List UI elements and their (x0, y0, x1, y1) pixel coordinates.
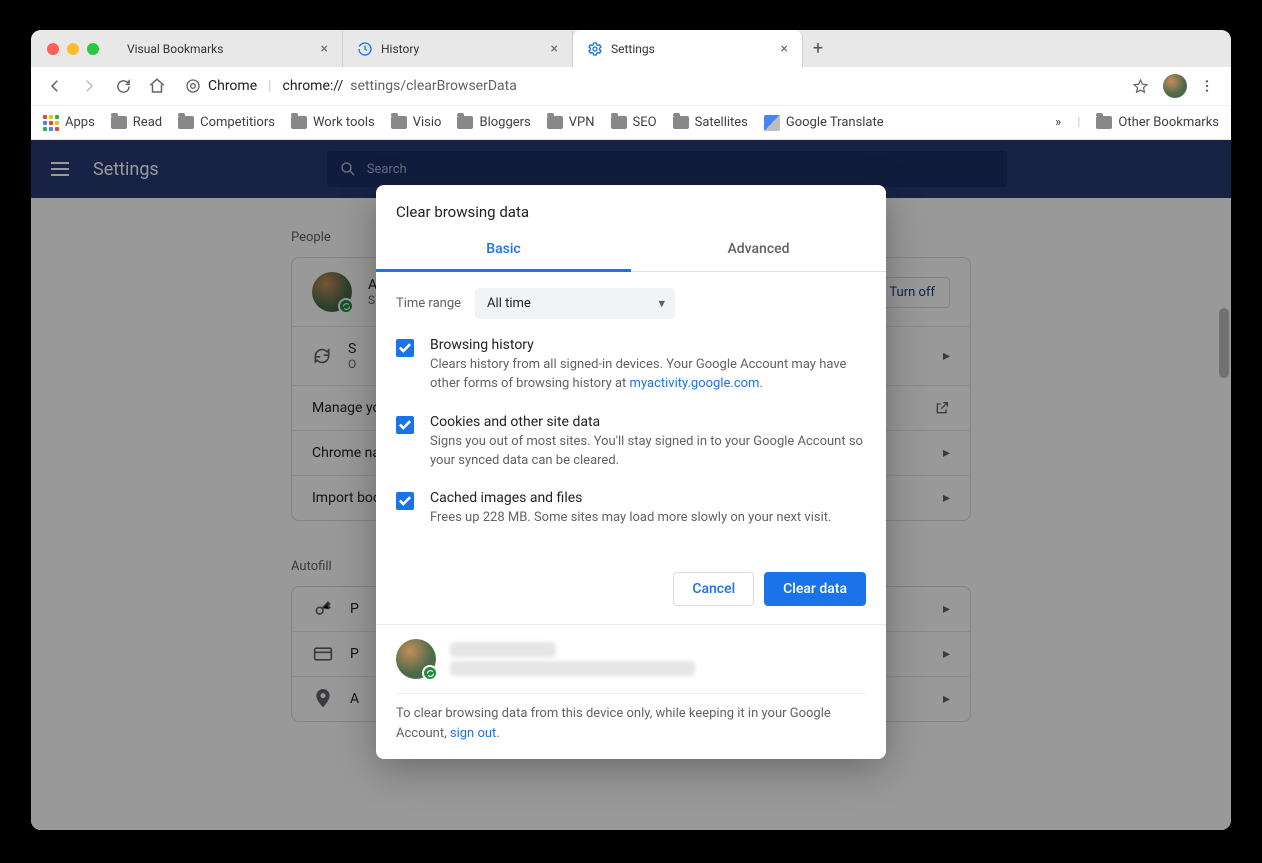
url-prefix: Chrome (208, 78, 257, 94)
clear-data-button[interactable]: Clear data (764, 572, 866, 606)
sign-out-link[interactable]: sign out (450, 726, 496, 741)
folder-icon (111, 116, 127, 129)
tab-label: Visual Bookmarks (127, 42, 313, 56)
close-tab-icon[interactable]: × (551, 41, 558, 57)
star-icon[interactable] (1132, 78, 1149, 95)
url-field[interactable]: Chrome | chrome://settings/clearBrowserD… (177, 78, 1157, 95)
bookmark-folder[interactable]: Competitiors (178, 115, 275, 130)
tab-label: Settings (611, 42, 773, 56)
close-window-button[interactable] (47, 43, 59, 55)
close-tab-icon[interactable]: × (321, 41, 328, 57)
url-host: chrome:// (283, 78, 344, 94)
reload-button[interactable] (109, 72, 137, 100)
tab-visual-bookmarks[interactable]: Visual Bookmarks × (113, 30, 343, 67)
tab-advanced[interactable]: Advanced (631, 231, 886, 271)
forward-button[interactable] (75, 72, 103, 100)
time-range-label: Time range (396, 296, 461, 311)
url-path: settings/clearBrowserData (350, 78, 517, 94)
bookmark-label: Satellites (695, 115, 748, 130)
time-range-value: All time (487, 296, 531, 311)
bookmark-label: Bloggers (479, 115, 530, 130)
menu-button[interactable] (1193, 72, 1221, 100)
bookmark-label: Other Bookmarks (1118, 115, 1219, 130)
traffic-lights (31, 30, 113, 67)
checkbox-cache[interactable]: Cached images and files Frees up 228 MB.… (396, 490, 866, 528)
chrome-icon (185, 78, 201, 94)
home-button[interactable] (143, 72, 171, 100)
history-icon (357, 41, 373, 57)
bookmark-folder[interactable]: Bloggers (457, 115, 530, 130)
folder-icon (673, 116, 689, 129)
bookmark-folder[interactable]: Visio (391, 115, 442, 130)
checkbox-title: Browsing history (430, 337, 866, 353)
bookmark-other-bookmarks[interactable]: Other Bookmarks (1096, 115, 1219, 130)
title-bar: Visual Bookmarks × History × Settings × … (31, 30, 1231, 67)
bookmark-folder[interactable]: VPN (547, 115, 595, 130)
account-name-redacted: XXXXXXXXXXXXX (450, 642, 556, 657)
bookmark-apps[interactable]: Apps (43, 115, 95, 131)
time-range-select[interactable]: All time ▾ (475, 288, 675, 319)
folder-icon (178, 116, 194, 129)
footer-note: To clear browsing data from this device … (396, 704, 866, 743)
checkbox-icon[interactable] (396, 492, 414, 510)
bookmark-folder[interactable]: SEO (611, 115, 657, 130)
checkbox-description: Signs you out of most sites. You'll stay… (430, 433, 866, 471)
avatar (396, 639, 436, 679)
bookmark-folder[interactable]: Work tools (291, 115, 375, 130)
minimize-window-button[interactable] (67, 43, 79, 55)
checkbox-title: Cookies and other site data (430, 414, 866, 430)
bookmark-folder[interactable]: Read (111, 115, 162, 130)
folder-icon (1096, 116, 1112, 129)
clear-browsing-data-dialog: Clear browsing data Basic Advanced Time … (376, 185, 886, 759)
tab-settings[interactable]: Settings × (573, 30, 803, 67)
maximize-window-button[interactable] (87, 43, 99, 55)
checkbox-browsing-history[interactable]: Browsing history Clears history from all… (396, 337, 866, 394)
bookmark-label: Visio (413, 115, 442, 130)
bookmark-folder[interactable]: Satellites (673, 115, 748, 130)
dialog-tabs: Basic Advanced (376, 231, 886, 272)
folder-icon (547, 116, 563, 129)
tab-label: History (381, 42, 543, 56)
gear-icon (587, 41, 603, 57)
checkbox-icon[interactable] (396, 416, 414, 434)
translate-icon (764, 115, 780, 131)
folder-icon (291, 116, 307, 129)
checkbox-description: Frees up 228 MB. Some sites may load mor… (430, 509, 831, 528)
bookmarks-bar: Apps Read Competitiors Work tools Visio … (31, 106, 1231, 140)
checkbox-cookies[interactable]: Cookies and other site data Signs you ou… (396, 414, 866, 471)
bookmark-google-translate[interactable]: Google Translate (764, 115, 884, 131)
bookmark-label: VPN (569, 115, 595, 130)
profile-avatar[interactable] (1163, 74, 1187, 98)
sync-badge-icon (422, 665, 438, 681)
checkbox-title: Cached images and files (430, 490, 831, 506)
checkbox-description: Clears history from all signed-in device… (430, 356, 866, 394)
close-tab-icon[interactable]: × (781, 41, 788, 57)
signed-in-account: XXXXXXXXXXXXX XXXXXXXXXXXXXXXXXXXXXXXXXX… (396, 639, 866, 694)
apps-icon (43, 115, 59, 131)
dialog-title: Clear browsing data (376, 185, 886, 231)
address-bar: Chrome | chrome://settings/clearBrowserD… (31, 67, 1231, 106)
account-email-redacted: XXXXXXXXXXXXXXXXXXXXXXXXXXXXXX (450, 661, 695, 676)
folder-icon (391, 116, 407, 129)
back-button[interactable] (41, 72, 69, 100)
browser-window: Visual Bookmarks × History × Settings × … (31, 30, 1231, 830)
new-tab-button[interactable]: + (803, 30, 833, 67)
folder-icon (457, 116, 473, 129)
bookmark-label: SEO (633, 115, 657, 130)
tab-basic[interactable]: Basic (376, 231, 631, 272)
cancel-button[interactable]: Cancel (673, 572, 754, 606)
bookmark-label: Google Translate (786, 115, 884, 130)
bookmarks-overflow[interactable]: » (1055, 115, 1061, 130)
myactivity-link[interactable]: myactivity.google.com (630, 376, 760, 391)
bookmark-label: Work tools (313, 115, 375, 130)
chevron-down-icon: ▾ (659, 296, 666, 311)
bookmark-label: Read (133, 115, 162, 130)
tab-history[interactable]: History × (343, 30, 573, 67)
bookmark-label: Apps (65, 115, 95, 130)
checkbox-icon[interactable] (396, 339, 414, 357)
bookmark-label: Competitiors (200, 115, 275, 130)
folder-icon (611, 116, 627, 129)
